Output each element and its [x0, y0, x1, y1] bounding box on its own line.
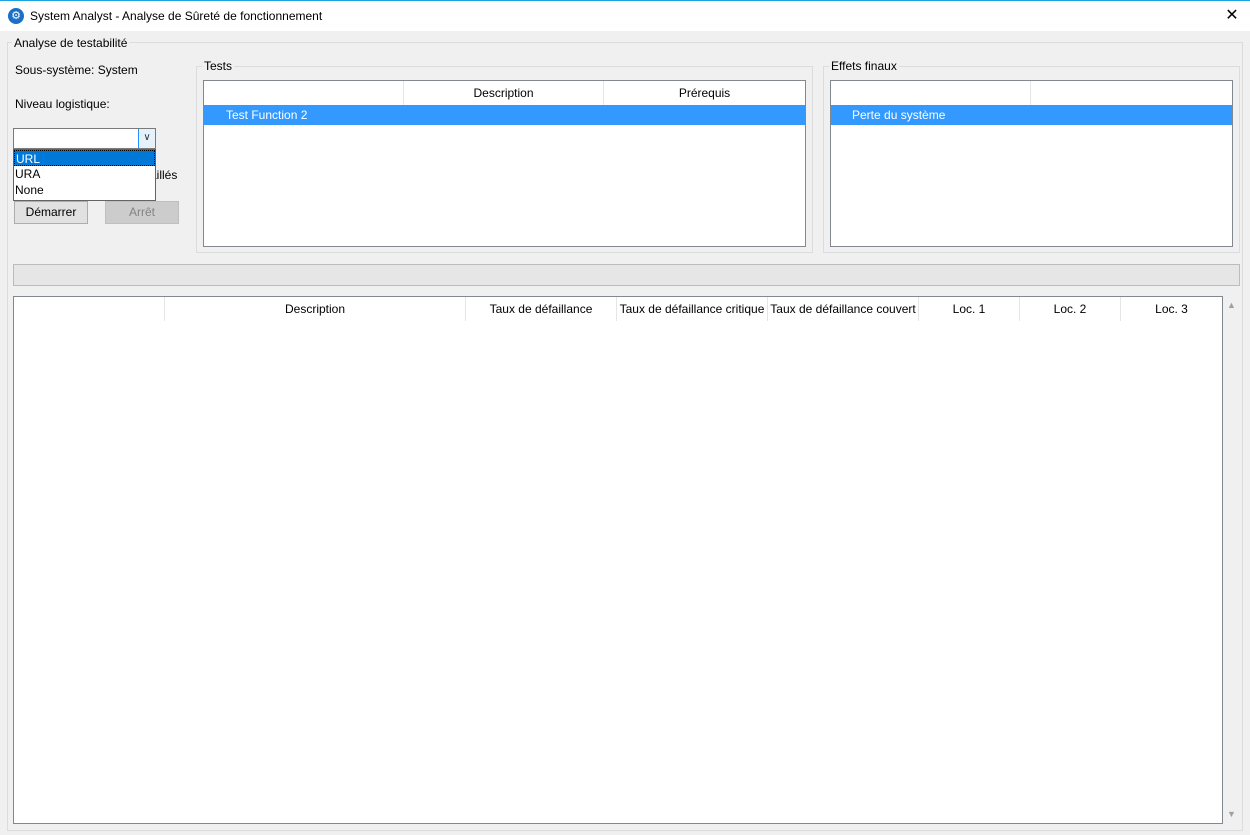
analysis-group-label: Analyse de testabilité	[12, 36, 130, 50]
final-effects-row-name: Perte du système	[852, 108, 946, 122]
tests-group-label: Tests	[202, 59, 235, 73]
results-col-description[interactable]: Description	[165, 297, 466, 321]
logistic-level-label: Niveau logistique:	[15, 97, 110, 111]
tests-row[interactable]: Test Function 2	[204, 105, 805, 125]
chevron-down-icon[interactable]: ∨	[138, 129, 155, 148]
dropdown-option-ura[interactable]: URA	[14, 166, 155, 182]
final-effects-row[interactable]: Perte du système	[831, 105, 1232, 125]
tests-list[interactable]: Description Prérequis Test Function 2	[203, 80, 806, 247]
dropdown-option-none[interactable]: None	[14, 182, 155, 198]
start-button[interactable]: Démarrer	[14, 201, 88, 224]
stop-button[interactable]: Arrêt	[105, 201, 179, 224]
tests-col-description[interactable]: Description	[404, 81, 604, 105]
tests-row-name: Test Function 2	[226, 108, 308, 122]
scroll-up-arrow[interactable]: ▲	[1223, 300, 1240, 310]
results-col-covered-failure-rate[interactable]: Taux de défaillance couvert	[768, 297, 919, 321]
dropdown-option-url[interactable]: URL	[14, 150, 155, 166]
results-col-loc2[interactable]: Loc. 2	[1020, 297, 1121, 321]
results-col-loc3[interactable]: Loc. 3	[1121, 297, 1222, 321]
results-table[interactable]: Description Taux de défaillance Taux de …	[13, 296, 1223, 824]
tests-col-name[interactable]	[204, 81, 404, 105]
logistic-level-combo[interactable]: ∨	[13, 128, 156, 149]
window-title: System Analyst - Analyse de Sûreté de fo…	[30, 9, 323, 23]
final-effects-col-2[interactable]	[1031, 81, 1232, 105]
progress-bar	[13, 264, 1240, 286]
logistic-level-dropdown: URL URA None	[13, 149, 156, 201]
subsystem-label: Sous-système: System	[15, 63, 138, 77]
gear-icon: ⚙	[8, 8, 24, 24]
results-col-name[interactable]	[14, 297, 165, 321]
tests-col-prereq[interactable]: Prérequis	[604, 81, 805, 105]
close-button[interactable]: ✕	[1214, 1, 1250, 31]
final-effects-list[interactable]: Perte du système	[830, 80, 1233, 247]
results-col-failure-rate[interactable]: Taux de défaillance	[466, 297, 617, 321]
results-col-critical-failure-rate[interactable]: Taux de défaillance critique	[617, 297, 768, 321]
final-effects-group-label: Effets finaux	[829, 59, 899, 73]
scroll-down-arrow[interactable]: ▼	[1223, 809, 1240, 819]
results-col-loc1[interactable]: Loc. 1	[919, 297, 1020, 321]
title-bar: ⚙ System Analyst - Analyse de Sûreté de …	[0, 0, 1250, 31]
final-effects-col-1[interactable]	[831, 81, 1031, 105]
